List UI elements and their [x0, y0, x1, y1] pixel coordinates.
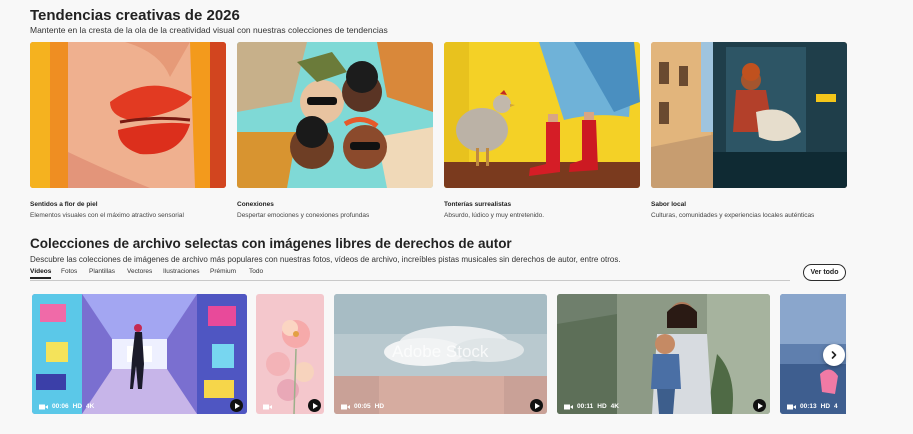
- media-type-tabs: Vídeos Fotos Plantillas Vectores Ilustra…: [30, 267, 790, 281]
- archive-title: Colecciones de archivo selectas con imág…: [30, 236, 512, 251]
- trend-card-title[interactable]: Sabor local: [651, 201, 686, 208]
- video-card[interactable]: 00:11 HD 4K: [557, 294, 770, 414]
- video-camera-icon: [564, 404, 573, 409]
- tab-vectors[interactable]: Vectores: [127, 268, 152, 275]
- trend-image-chicken-boots: [444, 42, 640, 188]
- trend-image-street: [651, 42, 847, 188]
- video-card[interactable]: [256, 294, 324, 414]
- play-icon[interactable]: [308, 399, 321, 412]
- tab-videos[interactable]: Vídeos: [30, 268, 52, 279]
- video-thumbnail: [557, 294, 770, 414]
- archive-subtitle: Descubre las colecciones de imágenes de …: [30, 255, 621, 264]
- trend-card-sensory[interactable]: [30, 42, 226, 188]
- play-icon[interactable]: [753, 399, 766, 412]
- video-quality: HD: [374, 403, 385, 410]
- trend-card-connections[interactable]: [237, 42, 433, 188]
- watermark: Adobe Stock: [392, 342, 489, 361]
- video-camera-icon: [39, 404, 48, 409]
- trend-card-desc: Culturas, comunidades y experiencias loc…: [651, 212, 815, 219]
- video-duration: 00:06: [52, 403, 69, 410]
- video-quality: HD: [597, 403, 607, 410]
- trend-card-desc: Despertar emociones y conexiones profund…: [237, 212, 370, 219]
- tab-templates[interactable]: Plantillas: [89, 268, 115, 275]
- tab-illustrations[interactable]: Ilustraciones: [163, 268, 200, 275]
- see-all-button[interactable]: Ver todo: [803, 264, 846, 281]
- video-duration: 00:05: [354, 403, 371, 410]
- trends-title: Tendencias creativas de 2026: [30, 7, 240, 24]
- video-quality: HD: [820, 403, 831, 410]
- carousel-next-button[interactable]: [823, 344, 845, 366]
- trend-card-title[interactable]: Tonterías surrealistas: [444, 201, 511, 208]
- trends-subtitle: Mantente en la cresta de la ola de la cr…: [30, 25, 388, 35]
- video-thumbnail: [256, 294, 324, 414]
- video-card[interactable]: 00:06 HD 4K: [32, 294, 247, 414]
- trend-card-surreal[interactable]: [444, 42, 640, 188]
- trend-image-friends: [237, 42, 433, 188]
- video-duration: 00:11: [577, 403, 594, 410]
- tab-premium[interactable]: Prémium: [210, 268, 236, 275]
- video-camera-icon: [341, 404, 350, 409]
- video-camera-icon: [263, 404, 272, 410]
- trend-card-title[interactable]: Sentidos a flor de piel: [30, 201, 98, 208]
- video-resolution: 4K: [86, 403, 95, 410]
- play-icon[interactable]: [530, 399, 543, 412]
- video-thumbnail: [32, 294, 247, 414]
- tab-all[interactable]: Todo: [249, 268, 263, 275]
- trend-card-desc: Absurdo, lúdico y muy entretenido.: [444, 212, 545, 219]
- video-resolution: 4K: [610, 403, 619, 410]
- tab-photos[interactable]: Fotos: [61, 268, 77, 275]
- video-resolution: 4: [834, 403, 838, 410]
- video-card[interactable]: Adobe Stock 00:05 HD: [334, 294, 547, 414]
- video-quality: HD: [72, 403, 83, 410]
- play-icon[interactable]: [230, 399, 243, 412]
- video-camera-icon: [787, 404, 796, 409]
- chevron-right-icon: [831, 351, 837, 359]
- video-duration: 00:13: [800, 403, 817, 410]
- trend-card-title[interactable]: Conexiones: [237, 201, 274, 208]
- trend-card-desc: Elementos visuales con el máximo atracti…: [30, 212, 184, 219]
- trend-image-lips: [30, 42, 226, 188]
- trend-card-local[interactable]: [651, 42, 847, 188]
